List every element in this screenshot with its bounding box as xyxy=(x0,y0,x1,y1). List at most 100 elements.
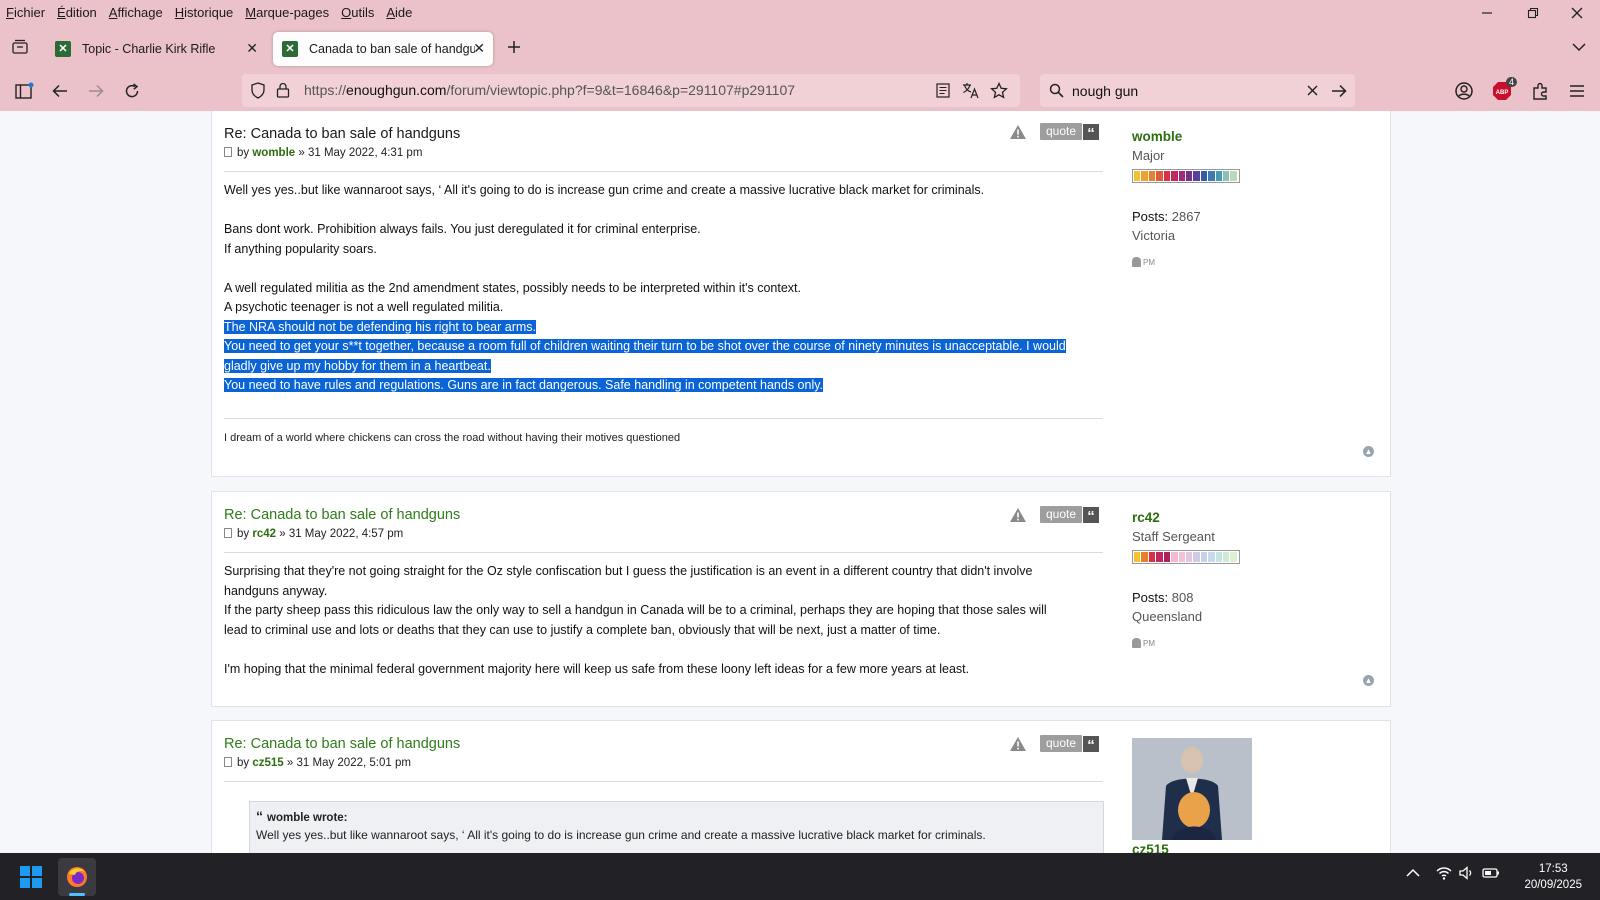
os-taskbar: 17:53 20/09/2025 xyxy=(0,853,1600,900)
tab-list-button[interactable] xyxy=(6,33,34,61)
post-line: Well yes yes..but like wannaroot says, ‘… xyxy=(224,183,985,197)
post-author-link[interactable]: cz515 xyxy=(252,757,283,769)
pm-button[interactable]: PM xyxy=(1132,257,1240,267)
search-go-icon[interactable] xyxy=(1331,84,1347,98)
profile-rank: Staff Sergeant xyxy=(1132,529,1215,544)
search-bar[interactable] xyxy=(1040,74,1355,107)
sidebar-button[interactable] xyxy=(10,77,38,105)
back-to-top-icon[interactable]: ▲ xyxy=(1363,446,1374,457)
user-icon xyxy=(1132,257,1141,267)
menu-marque-pages[interactable]: Marque-pages xyxy=(245,5,329,20)
menu-aide[interactable]: Aide xyxy=(386,5,412,20)
minimize-button[interactable] xyxy=(1464,2,1510,24)
profile-username[interactable]: cz515 xyxy=(1132,842,1169,853)
clear-search-icon[interactable] xyxy=(1307,85,1318,96)
tab-close-icon[interactable]: ✕ xyxy=(473,40,485,57)
user-icon xyxy=(1132,638,1141,648)
post-actions: quote “ xyxy=(1009,123,1100,142)
selected-text: The NRA should not be defending his righ… xyxy=(224,319,536,334)
tab-canada-handguns[interactable]: ✕ Canada to ban sale of handgun ✕ xyxy=(273,32,493,66)
reload-button[interactable] xyxy=(118,77,146,105)
clock-time: 17:53 xyxy=(1538,863,1568,875)
post-document-icon[interactable] xyxy=(224,757,232,767)
arrow-left-icon xyxy=(52,84,67,98)
menu-edition[interactable]: Édition xyxy=(57,5,97,20)
sidebar-icon xyxy=(15,82,34,99)
plus-icon xyxy=(508,41,520,53)
post-document-icon[interactable] xyxy=(224,147,232,157)
tab-charlie-kirk[interactable]: ✕ Topic - Charlie Kirk Rifle ✕ xyxy=(46,32,266,66)
site-favicon-icon: ✕ xyxy=(282,41,298,57)
back-to-top-icon[interactable]: ▲ xyxy=(1363,675,1374,686)
menu-historique[interactable]: Historique xyxy=(175,5,234,20)
url-host: enoughgun.com xyxy=(346,82,447,98)
quote-marks-icon[interactable]: “ xyxy=(1083,735,1100,754)
pm-button[interactable]: PM xyxy=(1132,638,1240,648)
post-author-link[interactable]: womble xyxy=(252,147,295,159)
posts-label: Posts: xyxy=(1132,590,1169,605)
post-author-line: by womble » 31 May 2022, 4:31 pm xyxy=(224,147,422,159)
bookmark-star-icon[interactable] xyxy=(990,82,1008,99)
system-clock[interactable]: 17:53 20/09/2025 xyxy=(1524,861,1582,893)
wifi-icon[interactable] xyxy=(1436,866,1452,883)
post-line: If the party sheep pass this ridiculous … xyxy=(224,603,1047,617)
menu-outils[interactable]: Outils xyxy=(341,5,374,20)
translate-icon[interactable] xyxy=(962,82,980,99)
search-input[interactable] xyxy=(1072,80,1302,101)
address-bar[interactable]: https://enoughgun.com/forum/viewtopic.ph… xyxy=(242,74,1020,107)
avatar xyxy=(1132,738,1252,840)
url-path: /forum/viewtopic.php?f=9&t=16846&p=29110… xyxy=(446,82,796,98)
tab-close-icon[interactable]: ✕ xyxy=(246,40,258,57)
windows-logo-icon xyxy=(20,866,42,888)
divider xyxy=(224,781,1103,782)
account-button[interactable] xyxy=(1450,77,1478,105)
menu-fichier[interactable]: Fichier xyxy=(6,5,45,20)
back-button[interactable] xyxy=(46,77,74,105)
quote-marks-icon[interactable]: “ xyxy=(1083,123,1100,142)
battery-icon[interactable] xyxy=(1482,866,1500,883)
menu-affichage[interactable]: Affichage xyxy=(109,5,163,20)
url-text[interactable]: https://enoughgun.com/forum/viewtopic.ph… xyxy=(304,82,795,98)
taskbar-firefox[interactable] xyxy=(58,858,96,896)
window-close-button[interactable] xyxy=(1554,2,1600,24)
quote-button[interactable]: quote xyxy=(1040,123,1083,140)
minimize-icon xyxy=(1482,12,1492,14)
volume-icon[interactable] xyxy=(1459,866,1475,883)
post-title[interactable]: Re: Canada to ban sale of handguns xyxy=(224,507,460,523)
url-scheme: https:// xyxy=(304,82,347,98)
post-signature: I dream of a world where chickens can cr… xyxy=(224,432,681,444)
report-warning-icon[interactable] xyxy=(1009,124,1027,140)
report-warning-icon[interactable] xyxy=(1009,507,1027,523)
selected-text: gladly give up my hobby for them in a he… xyxy=(224,358,491,373)
app-menu-button[interactable] xyxy=(1563,77,1591,105)
forum-post: Re: Canada to ban sale of handguns quote… xyxy=(211,491,1391,707)
menu-bar: Fichier Édition Affichage Historique Mar… xyxy=(0,0,1600,24)
new-tab-button[interactable] xyxy=(500,33,528,61)
post-title[interactable]: Re: Canada to ban sale of handguns xyxy=(224,736,460,752)
post-title[interactable]: Re: Canada to ban sale of handguns xyxy=(224,126,460,142)
hamburger-menu-icon xyxy=(1570,85,1584,97)
account-icon xyxy=(1455,82,1473,100)
post-date: » 31 May 2022, 4:31 pm xyxy=(298,147,423,159)
reload-icon xyxy=(125,83,139,98)
quote-marks-icon[interactable]: “ xyxy=(1083,506,1100,525)
extensions-button[interactable] xyxy=(1526,77,1554,105)
by-label: by xyxy=(237,147,250,159)
reader-view-icon[interactable] xyxy=(936,83,950,98)
restore-button[interactable] xyxy=(1510,2,1556,24)
list-all-tabs-button[interactable] xyxy=(1565,33,1593,61)
post-author-link[interactable]: rc42 xyxy=(252,528,276,540)
profile-username[interactable]: womble xyxy=(1132,129,1240,144)
quote-button[interactable]: quote xyxy=(1040,735,1083,752)
profile-rank: Major xyxy=(1132,148,1165,163)
post-document-icon[interactable] xyxy=(224,528,232,538)
quote-button[interactable]: quote xyxy=(1040,506,1083,523)
profile-username[interactable]: rc42 xyxy=(1132,510,1240,525)
adblock-extension-button[interactable]: ABP 4 xyxy=(1488,77,1518,105)
post-line: Bans dont work. Prohibition always fails… xyxy=(224,222,701,236)
report-warning-icon[interactable] xyxy=(1009,736,1027,752)
author-profile: rc42 Staff Sergeant Posts: 808 Queenslan… xyxy=(1132,510,1240,648)
start-button[interactable] xyxy=(20,866,42,893)
forward-button[interactable] xyxy=(82,77,110,105)
tray-chevron-up-icon[interactable] xyxy=(1406,865,1420,881)
